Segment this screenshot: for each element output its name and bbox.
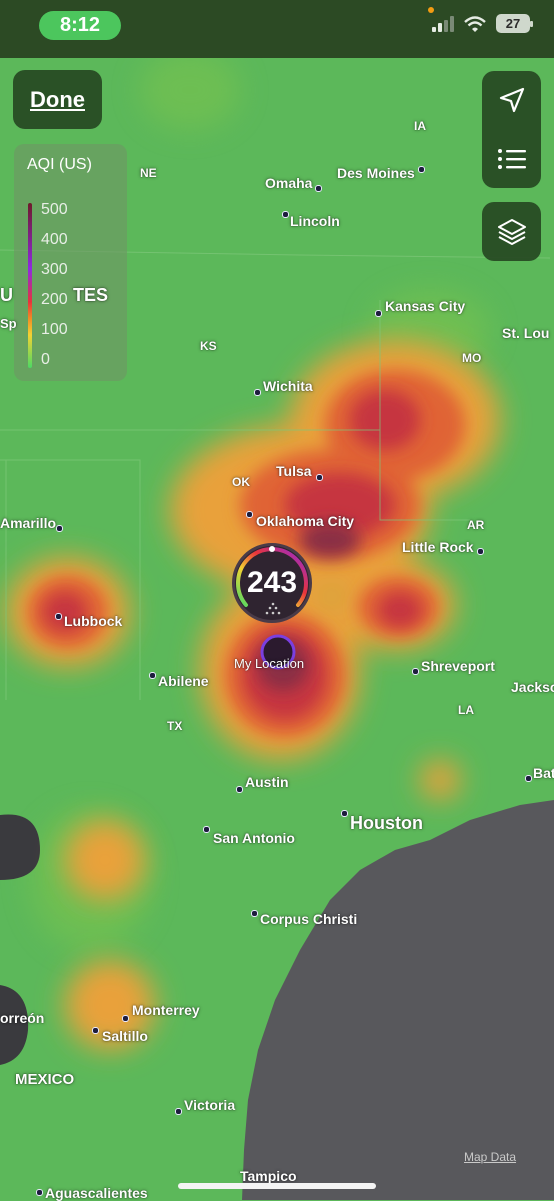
city-label[interactable]: San Antonio [213, 830, 295, 846]
city-label[interactable]: Shreveport [421, 658, 495, 674]
city-label[interactable]: Lubbock [64, 613, 122, 629]
state-label: KS [200, 339, 217, 353]
city-label[interactable]: Des Moines [337, 165, 415, 181]
status-time: 8:12 [39, 11, 121, 40]
state-label: AR [467, 518, 485, 532]
city-marker [122, 1015, 129, 1022]
state-label: OK [232, 475, 250, 489]
legend-label: 300 [41, 261, 68, 278]
state-label: IA [414, 119, 426, 133]
home-indicator[interactable] [178, 1183, 376, 1189]
status-icons: 27 [432, 14, 533, 33]
aqi-marker[interactable]: 243 [232, 543, 312, 623]
city-marker [525, 775, 532, 782]
city-label: Sp [0, 316, 17, 331]
city-marker [341, 810, 348, 817]
city-label[interactable]: Victoria [184, 1097, 235, 1113]
city-label[interactable]: Houston [350, 813, 423, 834]
city-label[interactable]: Aguascalientes [45, 1185, 148, 1201]
state-label: MO [462, 351, 482, 365]
list-icon [497, 149, 526, 169]
legend-label: 100 [41, 321, 68, 338]
city-marker [375, 310, 382, 317]
layers-icon [497, 218, 526, 245]
city-marker [175, 1108, 182, 1115]
city-label[interactable]: Tampico [240, 1168, 297, 1184]
country-label: U TES [0, 285, 109, 305]
wifi-icon [464, 15, 486, 32]
legend-label: 400 [41, 231, 68, 248]
city-label[interactable]: Abilene [158, 673, 209, 689]
city-label[interactable]: Tulsa [276, 463, 312, 479]
location-arrow-icon [499, 87, 524, 113]
city-marker [236, 786, 243, 793]
location-button[interactable] [482, 71, 541, 129]
state-label: LA [458, 703, 474, 717]
city-marker [149, 672, 156, 679]
city-marker [412, 668, 419, 675]
city-label[interactable]: Bat [533, 765, 554, 781]
city-marker [477, 548, 484, 555]
city-label[interactable]: Saltillo [102, 1028, 148, 1044]
city-label[interactable]: Amarillo [0, 515, 56, 531]
city-marker [418, 166, 425, 173]
privacy-indicator [428, 7, 434, 13]
city-marker [203, 826, 210, 833]
map-controls [482, 71, 541, 188]
city-marker [315, 185, 322, 192]
layers-button[interactable] [482, 202, 541, 261]
city-label[interactable]: Little Rock [402, 539, 474, 555]
city-label[interactable]: Kansas City [385, 298, 465, 314]
state-label: TX [167, 719, 183, 733]
city-label[interactable]: Omaha [265, 175, 312, 191]
city-marker [316, 474, 323, 481]
country-label: MEXICO [15, 1071, 75, 1088]
city-label[interactable]: Corpus Christi [260, 911, 357, 927]
city-marker [36, 1189, 43, 1196]
legend-title: AQI (US) [27, 156, 92, 173]
my-location-label: My Location [234, 656, 305, 671]
city-label[interactable]: Monterrey [132, 1002, 200, 1018]
city-marker [282, 211, 289, 218]
map-data-link[interactable]: Map Data [464, 1150, 516, 1164]
legend-label: 500 [41, 201, 68, 218]
legend-label: 0 [41, 351, 50, 368]
battery-icon: 27 [496, 14, 533, 33]
signal-icon [432, 15, 454, 32]
city-marker [56, 525, 63, 532]
city-marker [254, 389, 261, 396]
done-button[interactable]: Done [13, 70, 102, 129]
aqi-legend: AQI (US) 500 400 300 200 100 0 [14, 144, 127, 381]
city-marker [246, 511, 253, 518]
city-label[interactable]: Lincoln [290, 213, 340, 229]
city-label[interactable]: St. Lou [502, 325, 549, 341]
list-button[interactable] [482, 130, 541, 188]
city-label[interactable]: orreón [0, 1010, 44, 1026]
status-bar: 8:12 27 [0, 0, 554, 58]
city-marker [251, 910, 258, 917]
aqi-particles-icon [265, 602, 281, 615]
city-label[interactable]: Oklahoma City [256, 513, 354, 529]
city-marker [55, 613, 62, 620]
city-label[interactable]: Wichita [263, 378, 313, 394]
aqi-value: 243 [246, 566, 298, 599]
state-label: NE [140, 166, 157, 180]
city-label[interactable]: Austin [245, 774, 289, 790]
city-marker [92, 1027, 99, 1034]
city-label[interactable]: Jackso [511, 679, 554, 695]
